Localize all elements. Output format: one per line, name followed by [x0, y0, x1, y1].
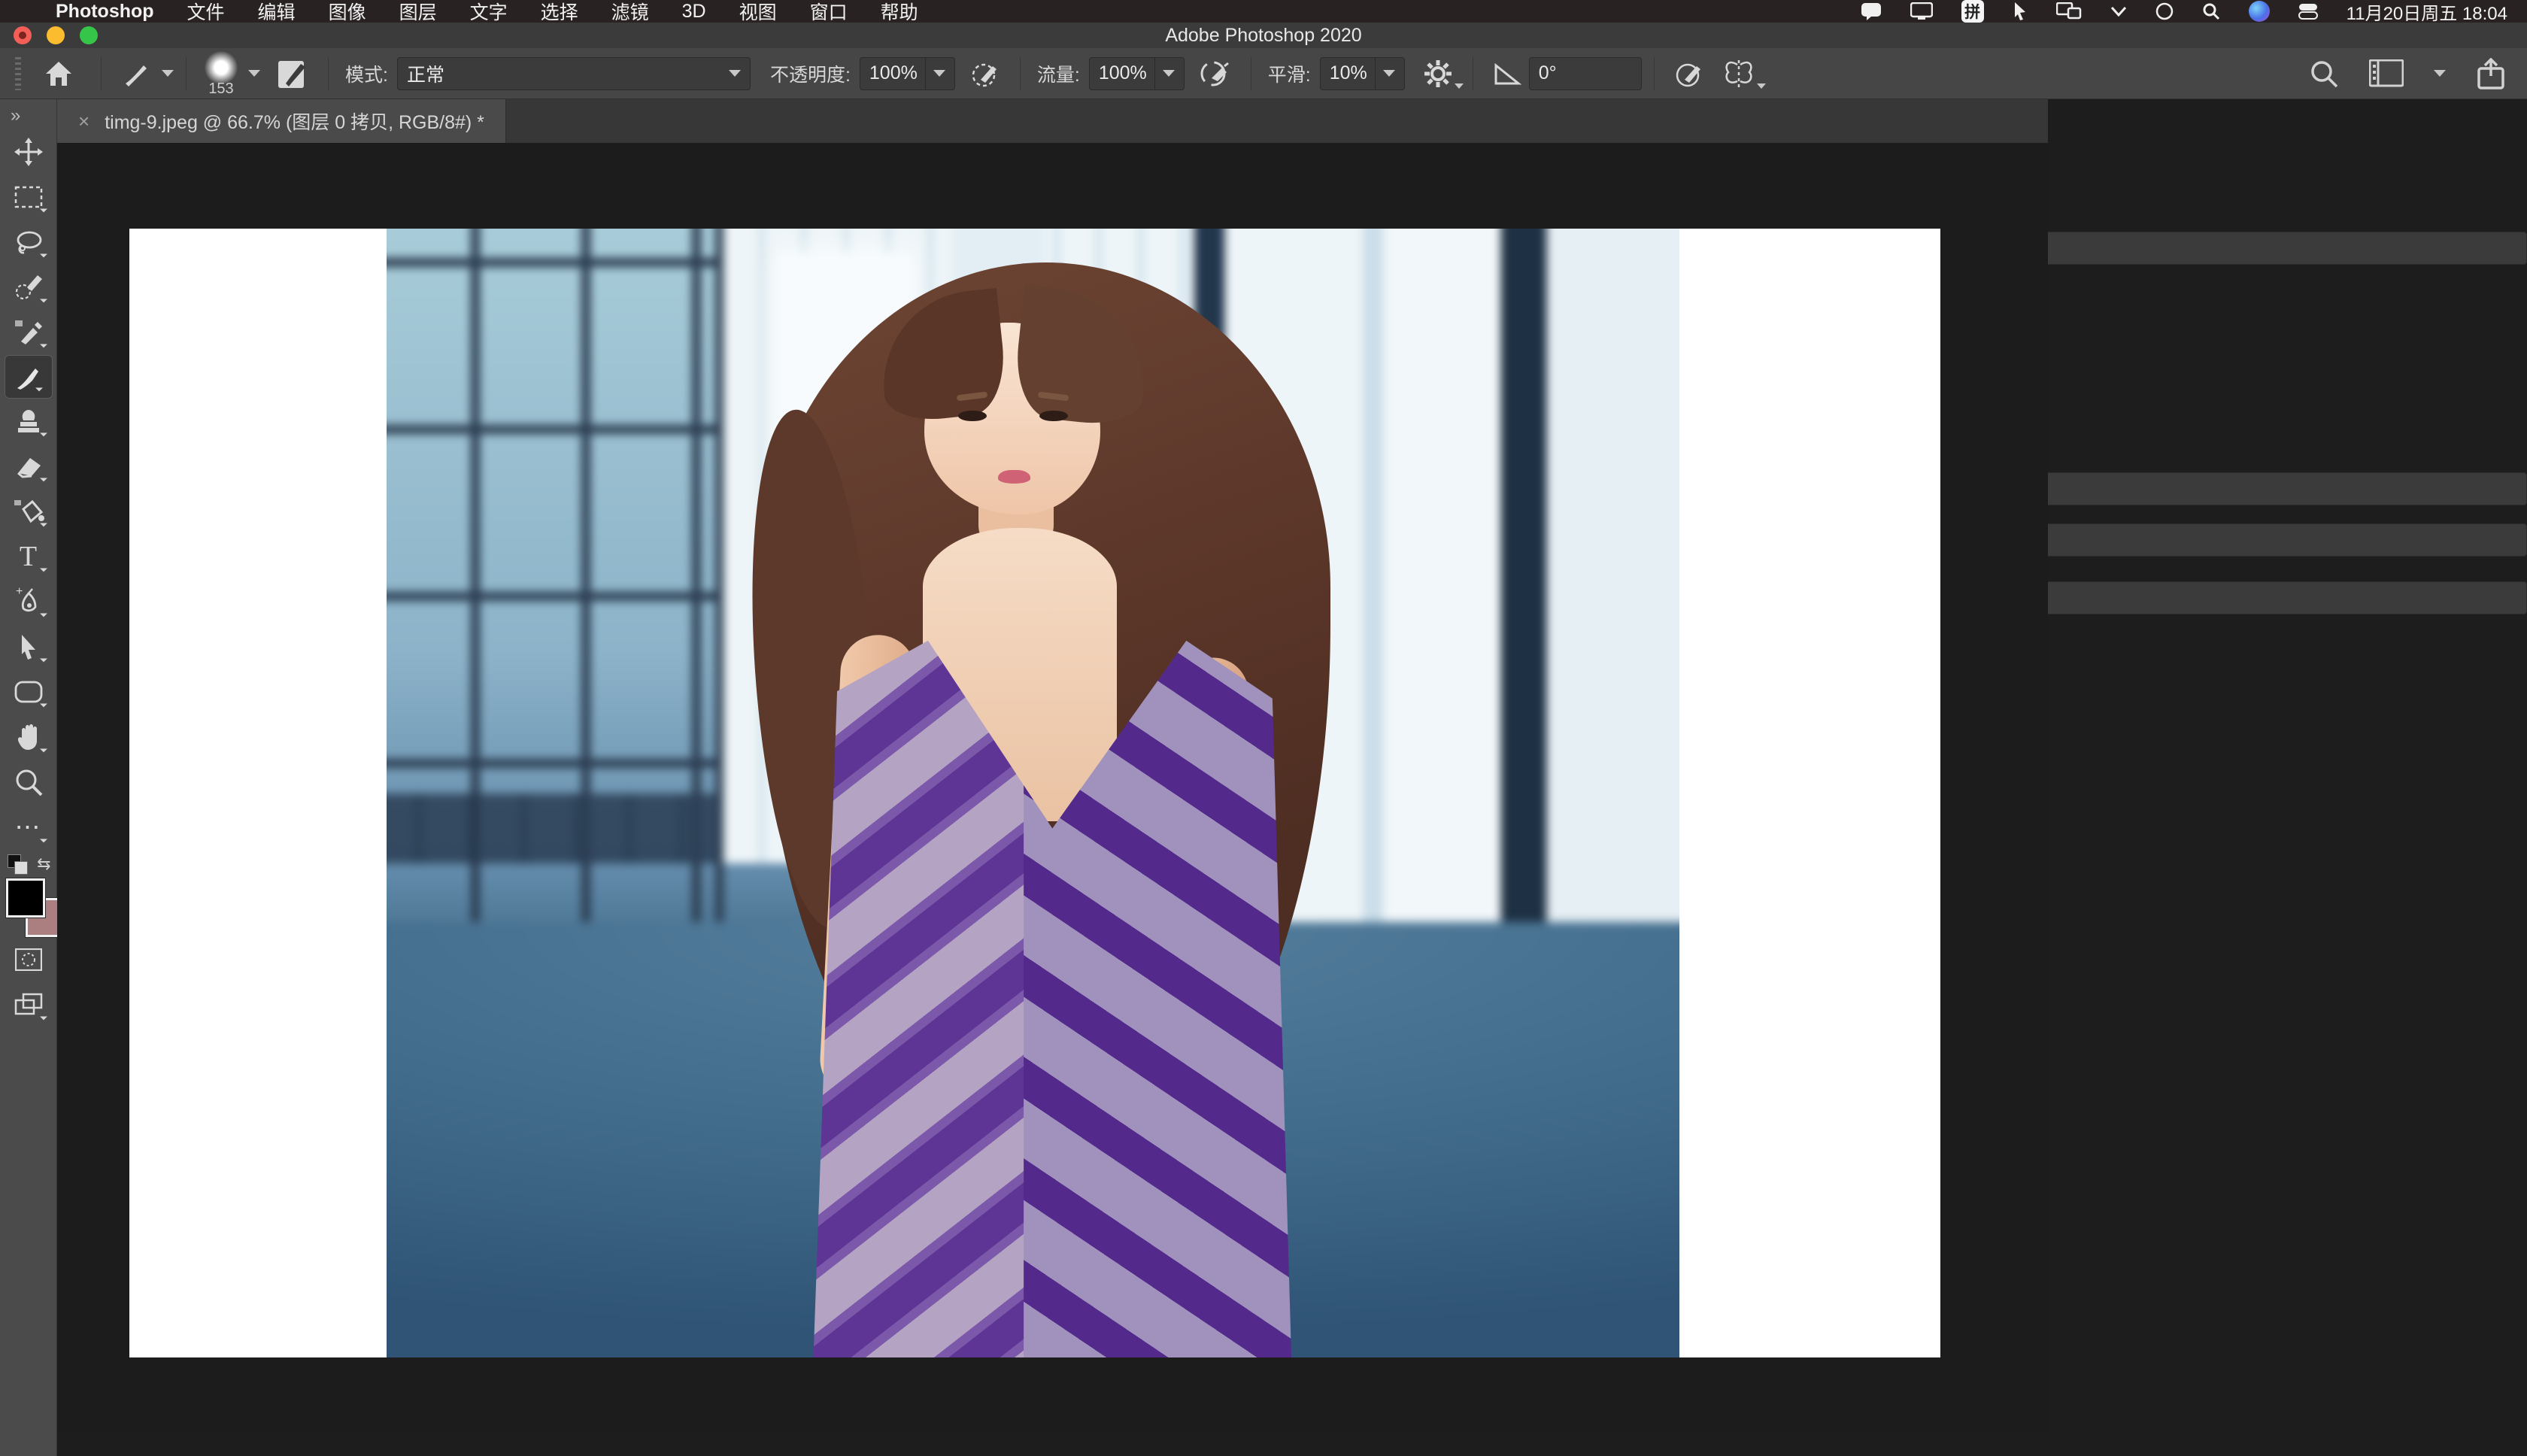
opacity-value: 100%	[869, 62, 918, 83]
document-tab[interactable]: × timg-9.jpeg @ 66.7% (图层 0 拷贝, RGB/8#) …	[57, 99, 506, 143]
menu-help[interactable]: 帮助	[881, 0, 918, 25]
paint-bucket-tool[interactable]	[0, 489, 57, 534]
menu-image[interactable]: 图像	[329, 0, 366, 25]
lasso-tool[interactable]	[0, 220, 57, 265]
smoothing-options-gear-icon[interactable]	[1423, 59, 1464, 89]
blend-mode-value: 正常	[406, 64, 444, 86]
photo-lips	[998, 470, 1031, 484]
flow-value: 100%	[1098, 62, 1147, 83]
flow-select[interactable]: 100%	[1088, 56, 1185, 90]
menu-view[interactable]: 视图	[739, 0, 777, 25]
opacity-label: 不透明度:	[769, 64, 851, 86]
window-title-bar: Adobe Photoshop 2020	[0, 23, 2527, 49]
color-swatches: ⇆	[0, 854, 65, 938]
close-tab-icon[interactable]: ×	[78, 110, 89, 133]
brush-preset-caret[interactable]	[162, 70, 174, 77]
photo-eye-left	[957, 410, 987, 421]
move-tool[interactable]	[0, 129, 57, 174]
opacity-select[interactable]: 100%	[859, 56, 955, 90]
clone-stamp-tool[interactable]	[0, 399, 57, 444]
screen-mode-button[interactable]	[0, 982, 57, 1027]
menu-clock[interactable]: 11月20日周五 18:04	[2346, 0, 2507, 25]
eraser-tool[interactable]	[0, 444, 57, 489]
swap-colors-icon[interactable]: ⇆	[37, 854, 50, 874]
brush-picker-caret[interactable]	[248, 70, 260, 77]
document-tab-bar: × timg-9.jpeg @ 66.7% (图层 0 拷贝, RGB/8#) …	[57, 99, 2048, 143]
shape-tool[interactable]	[0, 669, 57, 714]
cursor-icon[interactable]	[2013, 2, 2028, 21]
chevron-down-icon[interactable]	[2110, 6, 2127, 17]
menu-file[interactable]: 文件	[187, 0, 225, 25]
workspace-switcher-icon[interactable]	[2369, 59, 2404, 88]
menu-3d[interactable]: 3D	[682, 1, 706, 23]
default-colors-icon[interactable]	[7, 854, 28, 875]
soft-brush-dot	[205, 50, 238, 84]
path-selection-tool[interactable]	[0, 624, 57, 669]
home-icon[interactable]	[44, 59, 74, 88]
document-canvas[interactable]	[129, 229, 1940, 1357]
brush-tool[interactable]	[4, 355, 53, 399]
type-tool[interactable]: T	[0, 534, 57, 579]
canvas-area[interactable]	[57, 143, 2048, 1433]
menu-status-icons: 拼 11月20日周五 18:04	[1861, 0, 2527, 25]
options-bar-right	[2309, 57, 2527, 89]
brush-angle-value: 0°	[1538, 62, 1557, 83]
menu-photoshop[interactable]: Photoshop	[56, 1, 154, 23]
sidecar-icon[interactable]	[2055, 2, 2082, 20]
display-icon[interactable]	[1910, 2, 1933, 20]
brush-size-value: 153	[208, 80, 234, 97]
smoothing-select[interactable]: 10%	[1319, 56, 1405, 90]
chat-icon[interactable]	[1861, 2, 1882, 20]
marquee-tool[interactable]	[0, 174, 57, 220]
symmetry-butterfly-icon[interactable]	[1722, 59, 1766, 89]
menu-bar: Photoshop 文件 编辑 图像 图层 文字 选择 滤镜 3D 视图 窗口 …	[0, 0, 2527, 25]
document-tab-title: timg-9.jpeg @ 66.7% (图层 0 拷贝, RGB/8#) *	[105, 112, 484, 133]
photo-railing	[387, 793, 724, 864]
menu-type[interactable]: 文字	[470, 0, 508, 25]
workspace-caret[interactable]	[2434, 70, 2446, 77]
options-grip[interactable]	[15, 56, 21, 90]
brush-angle-field[interactable]: 0°	[1528, 56, 1642, 90]
share-icon[interactable]	[2476, 57, 2506, 89]
moon-icon[interactable]	[2155, 2, 2174, 20]
zoom-tool[interactable]	[0, 760, 57, 805]
flow-label: 流量:	[1036, 64, 1080, 86]
options-bar: 153 模式: 正常 不透明度: 100% 流量: 100% 平滑: 10% 0…	[0, 48, 2527, 99]
smoothing-label: 平滑:	[1267, 64, 1311, 86]
airbrush-icon[interactable]	[1200, 59, 1231, 89]
menu-layer[interactable]: 图层	[399, 0, 437, 25]
pen-tool[interactable]: +	[0, 579, 57, 624]
menu-edit[interactable]: 编辑	[258, 0, 296, 25]
menu-window[interactable]: 窗口	[810, 0, 848, 25]
quick-selection-tool[interactable]	[0, 265, 57, 310]
photo-image	[387, 229, 1679, 1357]
expand-toolbar-button[interactable]: »	[0, 99, 20, 129]
photoshop-app: Photoshop 文件 编辑 图像 图层 文字 选择 滤镜 3D 视图 窗口 …	[0, 0, 2527, 1456]
pressure-size-icon[interactable]	[1674, 59, 1704, 89]
input-method-icon[interactable]: 拼	[1961, 0, 1984, 23]
svg-text:+: +	[16, 587, 23, 598]
smoothing-value: 10%	[1329, 62, 1367, 83]
brush-angle-icon	[1493, 61, 1521, 86]
toggle-brush-panel-icon[interactable]	[277, 58, 308, 89]
window-title: Adobe Photoshop 2020	[1165, 24, 1362, 46]
edit-toolbar-icon[interactable]: ⋯	[0, 805, 57, 850]
photo-eye-right	[1039, 410, 1068, 421]
mode-label: 模式:	[345, 64, 388, 86]
eyedropper-tool[interactable]	[0, 310, 57, 355]
menu-select[interactable]: 选择	[541, 0, 578, 25]
search-icon[interactable]	[2309, 59, 2339, 89]
blend-mode-select[interactable]: 正常	[396, 56, 751, 90]
control-center-icon[interactable]	[2298, 2, 2318, 20]
foreground-color-swatch[interactable]	[5, 878, 46, 918]
pressure-opacity-icon[interactable]	[970, 59, 1000, 89]
quick-mask-button[interactable]	[0, 937, 57, 982]
toolbar: » T + ⋯ ⇆	[0, 99, 65, 1456]
brush-size-preview[interactable]: 153	[205, 50, 238, 97]
siri-icon[interactable]	[2248, 1, 2270, 22]
hand-tool[interactable]	[0, 714, 57, 760]
menu-filter[interactable]: 滤镜	[611, 0, 649, 25]
spotlight-icon[interactable]	[2202, 2, 2220, 20]
brush-tool-preset-icon[interactable]	[121, 59, 150, 88]
